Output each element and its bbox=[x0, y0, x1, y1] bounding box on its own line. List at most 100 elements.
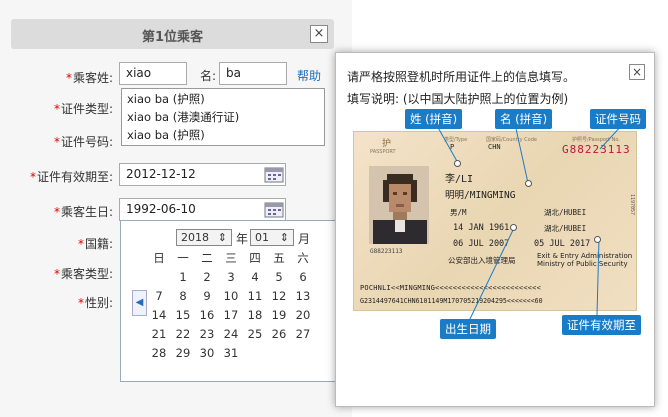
month-select[interactable]: 01 ⇕ bbox=[250, 229, 294, 246]
autocomplete-item[interactable]: xiao ba (护照) bbox=[122, 90, 324, 108]
country-code: CHN bbox=[488, 143, 501, 151]
weekday-header: 六 bbox=[297, 251, 309, 265]
weekday-header: 三 bbox=[225, 251, 237, 265]
calendar-day[interactable]: 4 bbox=[245, 269, 265, 286]
weekday-header: 二 bbox=[201, 251, 213, 265]
passport-authority-cn: 公安部出入境管理局 bbox=[448, 256, 516, 265]
calendar-day[interactable]: 14 bbox=[149, 307, 169, 324]
passport-mrz-line2: G2314497641CHN6101149M170705219204295<<<… bbox=[360, 297, 543, 305]
calendar-day[interactable]: 19 bbox=[269, 307, 289, 324]
calendar-day[interactable]: 7 bbox=[149, 288, 169, 305]
calendar-day[interactable]: 1 bbox=[173, 269, 193, 286]
weekday-header: 五 bbox=[273, 251, 285, 265]
passport-no-small: G88223113 bbox=[370, 248, 403, 255]
passport-birthplace: 湖北/HUBEI bbox=[544, 208, 587, 217]
cert-valid-label: *证件有效期至: bbox=[29, 170, 113, 184]
calendar-day[interactable]: 13 bbox=[293, 288, 313, 305]
calendar-day[interactable]: 6 bbox=[293, 269, 313, 286]
passenger-type-label: *乘客类型: bbox=[53, 267, 113, 281]
prev-month-button[interactable]: ◀ bbox=[132, 290, 147, 316]
calendar-day[interactable]: 21 bbox=[149, 326, 169, 343]
country-label: 国家码/Country Code bbox=[486, 137, 537, 143]
passport-photo bbox=[369, 166, 429, 244]
weekday-header: 日 bbox=[153, 251, 165, 265]
passport-expiry-date: 05 JUL 2017 bbox=[534, 239, 591, 249]
passport-number: G88223113 bbox=[562, 143, 631, 156]
calendar-day[interactable]: 10 bbox=[221, 288, 241, 305]
given-name-input[interactable]: ba bbox=[219, 62, 287, 85]
calendar-day[interactable]: 17 bbox=[221, 307, 241, 324]
autocomplete-item[interactable]: xiao ba (港澳通行证) bbox=[122, 108, 324, 126]
passport-no-label: 护照号/Passport No. bbox=[572, 137, 620, 143]
passport-place-of-issue: 湖北/HUBEI bbox=[544, 224, 587, 233]
calendar-day[interactable]: 24 bbox=[221, 326, 241, 343]
calendar-day[interactable]: 16 bbox=[197, 307, 217, 324]
passport-sex: 男/M bbox=[450, 208, 467, 217]
calendar-day[interactable]: 22 bbox=[173, 326, 193, 343]
calendar-day[interactable]: 15 bbox=[173, 307, 193, 324]
autocomplete-item[interactable]: xiao ba (护照) bbox=[122, 126, 324, 144]
passport-authority-en1: Exit & Entry Administration bbox=[537, 252, 633, 260]
passport-type-en: PASSPORT bbox=[370, 149, 396, 155]
calendar-day[interactable]: 30 bbox=[197, 345, 217, 362]
form-close-button[interactable]: × bbox=[310, 25, 328, 43]
month-unit: 月 bbox=[298, 232, 311, 246]
surname-input[interactable]: xiao bbox=[119, 62, 187, 85]
calendar-day[interactable]: 5 bbox=[269, 269, 289, 286]
calendar-day[interactable]: 18 bbox=[245, 307, 265, 324]
calendar-day[interactable]: 2 bbox=[197, 269, 217, 286]
callout-dot bbox=[525, 180, 532, 187]
cert-type-label: *证件类型: bbox=[53, 102, 113, 116]
callout-valid-until: 证件有效期至 bbox=[562, 315, 641, 335]
weekday-header: 一 bbox=[177, 251, 189, 265]
passport-side-code: 1197057 bbox=[629, 194, 635, 216]
passport-issue-date: 06 JUL 2007 bbox=[453, 239, 510, 249]
help-instruction: 请严格按照登机时所用证件上的信息填写。 bbox=[347, 70, 576, 84]
calendar-day[interactable]: 29 bbox=[173, 345, 193, 362]
date-picker: 2018 ⇕ 年 01 ⇕ 月 ◀ 日一二三四五六 1 2 3 4 5 6 7 8 9 10 11 12… bbox=[120, 220, 342, 382]
type-code: P bbox=[450, 143, 455, 151]
calendar-day[interactable]: 27 bbox=[293, 326, 313, 343]
help-link[interactable]: 帮助 bbox=[297, 67, 321, 84]
calendar-day[interactable]: 3 bbox=[221, 269, 241, 286]
gender-label: *性别: bbox=[77, 296, 113, 310]
calendar-day[interactable]: 28 bbox=[149, 345, 169, 362]
calendar-day[interactable]: 8 bbox=[173, 288, 193, 305]
surname-label: *乘客姓: bbox=[65, 71, 113, 85]
passenger-form: 第1位乘客 × *乘客姓: xiao 名: ba 帮助 *证件类型: *证件号码… bbox=[0, 0, 352, 417]
callout-dot bbox=[454, 160, 461, 167]
callout-birth-date: 出生日期 bbox=[440, 319, 496, 339]
callout-given-name: 名 (拼音) bbox=[495, 109, 553, 129]
year-unit: 年 bbox=[236, 232, 249, 246]
calendar-day[interactable]: 20 bbox=[293, 307, 313, 324]
callout-dot bbox=[594, 236, 601, 243]
callout-cert-no: 证件号码 bbox=[590, 109, 646, 129]
help-close-button[interactable]: × bbox=[629, 64, 645, 80]
calendar-day[interactable]: 11 bbox=[245, 288, 265, 305]
passport-birth-date: 14 JAN 1961 bbox=[453, 223, 510, 233]
birth-input[interactable]: 1992-06-10 bbox=[119, 198, 286, 221]
type-code-label: 类型/Type bbox=[444, 137, 468, 143]
calendar-day[interactable]: 25 bbox=[245, 326, 265, 343]
passport-authority-en2: Ministry of Public Security bbox=[537, 260, 628, 268]
calendar-day[interactable]: 26 bbox=[269, 326, 289, 343]
passport-help-dialog: 请严格按照登机时所用证件上的信息填写。 填写说明: (以中国大陆护照上的位置为例… bbox=[335, 52, 655, 407]
calendar-icon[interactable] bbox=[264, 167, 284, 183]
name-autocomplete-dropdown: xiao ba (护照) xiao ba (港澳通行证) xiao ba (护照… bbox=[121, 88, 325, 146]
year-select[interactable]: 2018 ⇕ bbox=[176, 229, 232, 246]
calendar-day[interactable]: 31 bbox=[221, 345, 241, 362]
passport-sample-image: 护 PASSPORT 类型/Type P 国家码/Country Code CH… bbox=[353, 131, 637, 311]
calendar-day[interactable]: 12 bbox=[269, 288, 289, 305]
passport-given-name: 明明/MINGMING bbox=[445, 190, 516, 201]
cert-no-label: *证件号码: bbox=[53, 135, 113, 149]
passport-type-cn: 护 bbox=[382, 139, 392, 149]
calendar-day[interactable]: 9 bbox=[197, 288, 217, 305]
calendar-day[interactable]: 23 bbox=[197, 326, 217, 343]
weekday-header: 四 bbox=[249, 251, 261, 265]
cert-valid-input[interactable]: 2012-12-12 bbox=[119, 163, 286, 186]
nationality-label: *国籍: bbox=[77, 237, 113, 251]
calendar-icon[interactable] bbox=[264, 202, 284, 218]
passport-mrz-line1: POCHNLI<<MINGMING<<<<<<<<<<<<<<<<<<<<<<<… bbox=[360, 284, 541, 292]
callout-surname: 姓 (拼音) bbox=[405, 109, 463, 129]
birth-label: *乘客生日: bbox=[53, 205, 113, 219]
